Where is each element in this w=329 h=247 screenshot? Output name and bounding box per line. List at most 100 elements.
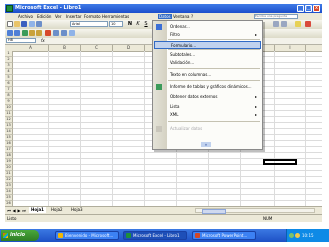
submenu-arrow-icon: ▸ xyxy=(254,32,257,37)
clock: 10:15 xyxy=(302,233,314,238)
underline-button[interactable]: S xyxy=(143,21,149,27)
drawing-icon[interactable] xyxy=(53,30,59,36)
excel-app-icon[interactable] xyxy=(6,5,13,12)
insert-function-button[interactable]: fx xyxy=(41,38,45,43)
column-header-d[interactable]: D xyxy=(113,45,145,51)
menu-expand-button[interactable]: » xyxy=(154,142,261,148)
menu-help[interactable]: ? xyxy=(190,14,194,19)
chart-wizard-icon[interactable] xyxy=(45,30,51,36)
taskbar-button-powerpoint[interactable]: Microsoft PowerPoint... xyxy=(192,231,256,240)
grid-column-line xyxy=(305,51,306,206)
datos-menu-item-lista[interactable]: Lista ▸ xyxy=(154,103,261,111)
menu-formato[interactable]: Formato xyxy=(83,14,102,19)
menu-datos[interactable]: Datos xyxy=(158,14,172,19)
menu-item-label: Validación... xyxy=(170,60,195,65)
datos-menu-item-texto-en-columnas[interactable]: Texto en columnas... xyxy=(154,71,261,79)
fill-color-icon[interactable] xyxy=(295,21,301,27)
align-left-icon[interactable] xyxy=(273,21,279,27)
menu-herramientas[interactable]: Herramientas xyxy=(101,14,130,19)
menu-edicion[interactable]: Edición xyxy=(36,14,52,19)
print-icon[interactable] xyxy=(36,21,42,27)
volume-icon[interactable] xyxy=(295,233,300,238)
help-question-input[interactable]: Escriba una pregunta xyxy=(254,14,298,19)
prev-sheet-icon[interactable]: ◀ xyxy=(12,208,16,213)
datos-menu-item-validación[interactable]: Validación... xyxy=(154,59,261,67)
horizontal-scrollbar[interactable] xyxy=(195,208,315,214)
chevron-down-icon: » xyxy=(201,142,211,147)
help-icon[interactable] xyxy=(69,30,75,36)
menu-insertar[interactable]: Insertar xyxy=(65,14,83,19)
font-color-icon[interactable] xyxy=(305,21,311,27)
menu-item-label: Texto en columnas... xyxy=(170,72,212,77)
save-icon[interactable] xyxy=(21,21,27,27)
sheet-tab-hoja3[interactable]: Hoja3 xyxy=(69,207,85,213)
undo-icon[interactable] xyxy=(7,30,13,36)
column-header-a[interactable]: A xyxy=(13,45,49,51)
sheet-tab-hoja2[interactable]: Hoja2 xyxy=(49,207,65,213)
grid-row-line xyxy=(13,176,322,177)
redo-icon[interactable] xyxy=(14,30,20,36)
excel-icon xyxy=(126,233,131,238)
menu-separator xyxy=(168,68,260,69)
datos-menu-item-ordenar[interactable]: Ordenar... xyxy=(154,23,261,31)
first-sheet-icon[interactable]: ⏮ xyxy=(7,208,11,213)
app-icon xyxy=(58,233,63,238)
menu-item-label: Ordenar... xyxy=(170,24,190,29)
close-button[interactable]: x xyxy=(313,5,320,12)
permission-icon[interactable] xyxy=(29,21,35,27)
open-icon[interactable] xyxy=(14,21,20,27)
menu-item-label: Obtener datos externos xyxy=(170,94,218,99)
submenu-arrow-icon: ▸ xyxy=(254,112,257,117)
column-header-c[interactable]: C xyxy=(81,45,113,51)
menu-separator xyxy=(168,80,260,81)
maximize-button[interactable]: □ xyxy=(305,5,312,12)
datos-menu-item-subtotales[interactable]: Subtotales... xyxy=(154,51,261,59)
datos-menu-item-xml[interactable]: XML ▸ xyxy=(154,111,261,119)
grid-column-line xyxy=(144,51,145,206)
sort-descending-icon[interactable] xyxy=(36,30,42,36)
grid-row-line xyxy=(13,188,322,189)
sort-ascending-icon[interactable] xyxy=(29,30,35,36)
grid-row-line xyxy=(13,182,322,183)
menu-archivo[interactable]: Archivo xyxy=(17,14,34,19)
minimize-button[interactable]: _ xyxy=(297,5,304,12)
grid-column-line xyxy=(80,51,81,206)
menu-item-label: Lista xyxy=(170,104,180,109)
font-name-select[interactable]: Arial xyxy=(70,21,108,27)
grid-row-line xyxy=(13,194,322,195)
grid-row-line xyxy=(13,200,322,201)
new-icon[interactable] xyxy=(7,21,13,27)
menu-ventana[interactable]: Ventana xyxy=(172,14,190,19)
windows-flag-icon xyxy=(3,233,8,238)
menu-ver[interactable]: Ver xyxy=(54,14,63,19)
datos-menu-item-informe-de-tablas-y-gráficos-dinámicos[interactable]: Informe de tablas y gráficos dinámicos..… xyxy=(154,83,261,91)
start-button[interactable]: inicio xyxy=(1,230,39,241)
menu-item-label: XML xyxy=(170,112,179,117)
column-header-b[interactable]: B xyxy=(49,45,81,51)
datos-menu-item-formulario[interactable]: Formulario... xyxy=(154,41,261,49)
sort-icon xyxy=(156,24,162,30)
bold-button[interactable]: N xyxy=(127,21,133,27)
name-box[interactable]: H8 xyxy=(6,38,36,43)
grid-row-line xyxy=(13,152,322,153)
menu-separator xyxy=(168,49,260,50)
taskbar-button-welcome[interactable]: Bienvenido - Microsoft... xyxy=(55,231,119,240)
taskbar-button-excel[interactable]: Microsoft Excel - Libro1 xyxy=(123,231,187,240)
zoom-icon[interactable] xyxy=(61,30,67,36)
datos-menu-item-obtener-datos-externos[interactable]: Obtener datos externos ▸ xyxy=(154,93,261,101)
autosum-icon[interactable] xyxy=(22,30,28,36)
grid-column-line xyxy=(112,51,113,206)
font-size-select[interactable]: 10 xyxy=(109,21,123,27)
network-icon[interactable] xyxy=(289,233,294,238)
sheet-tab-hoja1[interactable]: Hoja1 xyxy=(29,207,46,213)
column-header-i[interactable]: I xyxy=(275,45,306,51)
datos-menu-item-filtro[interactable]: Filtro ▸ xyxy=(154,31,261,39)
align-center-icon[interactable] xyxy=(281,21,287,27)
last-sheet-icon[interactable]: ⏭ xyxy=(22,208,26,213)
italic-button[interactable]: K xyxy=(135,21,141,27)
menu-item-label: Filtro xyxy=(170,32,180,37)
refresh-icon xyxy=(156,126,162,132)
title-bar: Microsoft Excel - Libro1 _ □ x xyxy=(5,4,322,13)
selected-cell-h8[interactable] xyxy=(263,159,297,165)
next-sheet-icon[interactable]: ▶ xyxy=(17,208,21,213)
